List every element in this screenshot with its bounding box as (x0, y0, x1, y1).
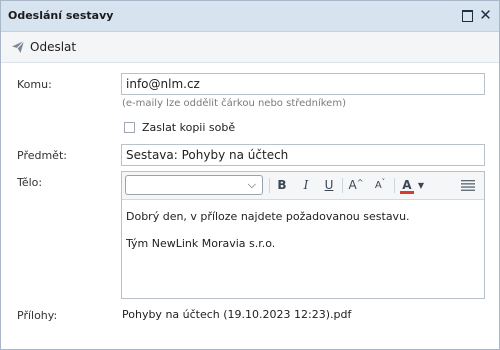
body-line: Dobrý den, v příloze najdete požadovanou… (126, 210, 410, 223)
title-bar: Odeslání sestavy ✕ (1, 1, 499, 32)
increase-font-label: A (348, 178, 357, 192)
body-editor: ⌵ B I U A ^ A ˅ A ▼ Dobrý den, v příloze… (121, 171, 485, 299)
align-justify-button[interactable] (460, 176, 476, 194)
body-label: Tělo: (17, 176, 43, 189)
caret-up-icon: ^ (356, 177, 364, 187)
to-field[interactable]: info@nlm.cz (121, 73, 485, 95)
toolbar-divider (394, 178, 395, 193)
window-title: Odeslání sestavy (8, 9, 114, 22)
decrease-font-label: A (374, 179, 382, 191)
attachment-link[interactable]: Pohyby na účtech (19.10.2023 12:23).pdf (122, 308, 351, 321)
align-justify-icon (461, 180, 475, 191)
font-color-button[interactable]: A ▼ (398, 176, 426, 194)
to-label: Komu: (17, 78, 52, 91)
to-hint: (e-maily lze oddělit čárkou nebo střední… (122, 98, 346, 109)
dropdown-arrow-icon: ▼ (417, 180, 425, 190)
subject-field[interactable]: Sestava: Pohyby na účtech (121, 144, 485, 166)
caret-down-icon: ˅ (381, 178, 386, 186)
font-color-label: A (402, 178, 412, 192)
close-icon: ✕ (479, 6, 492, 24)
editor-toolbar: ⌵ B I U A ^ A ˅ A ▼ (122, 172, 484, 200)
toolbar-divider (269, 178, 270, 193)
chevron-down-icon: ⌵ (247, 178, 256, 191)
attachments-label: Přílohy: (17, 309, 58, 322)
toolbar-divider (342, 178, 343, 193)
increase-font-button[interactable]: A ^ (346, 176, 366, 194)
close-button[interactable]: ✕ (478, 8, 493, 23)
italic-button[interactable]: I (298, 176, 314, 194)
maximize-icon (462, 9, 473, 22)
subject-label: Předmět: (17, 149, 67, 162)
dialog-toolbar: Odeslat (1, 32, 499, 63)
editor-content[interactable]: Dobrý den, v příloze najdete požadovanou… (122, 200, 484, 298)
send-label: Odeslat (30, 40, 77, 54)
send-copy-checkbox[interactable] (124, 122, 135, 133)
send-copy-label: Zaslat kopii sobě (142, 121, 236, 134)
underline-button[interactable]: U (321, 176, 337, 194)
decrease-font-button[interactable]: A ˅ (370, 176, 390, 194)
body-line: Tým NewLink Moravia s.r.o. (126, 237, 276, 250)
font-color-icon: A (399, 178, 414, 194)
font-select[interactable]: ⌵ (125, 175, 263, 195)
send-button[interactable]: Odeslat (11, 38, 76, 56)
send-report-dialog: Odeslání sestavy ✕ Odeslat Komu: info@nl… (0, 0, 500, 350)
bold-button[interactable]: B (274, 176, 290, 194)
font-color-swatch (399, 191, 414, 194)
paper-plane-icon (11, 40, 25, 54)
maximize-button[interactable] (460, 8, 475, 23)
